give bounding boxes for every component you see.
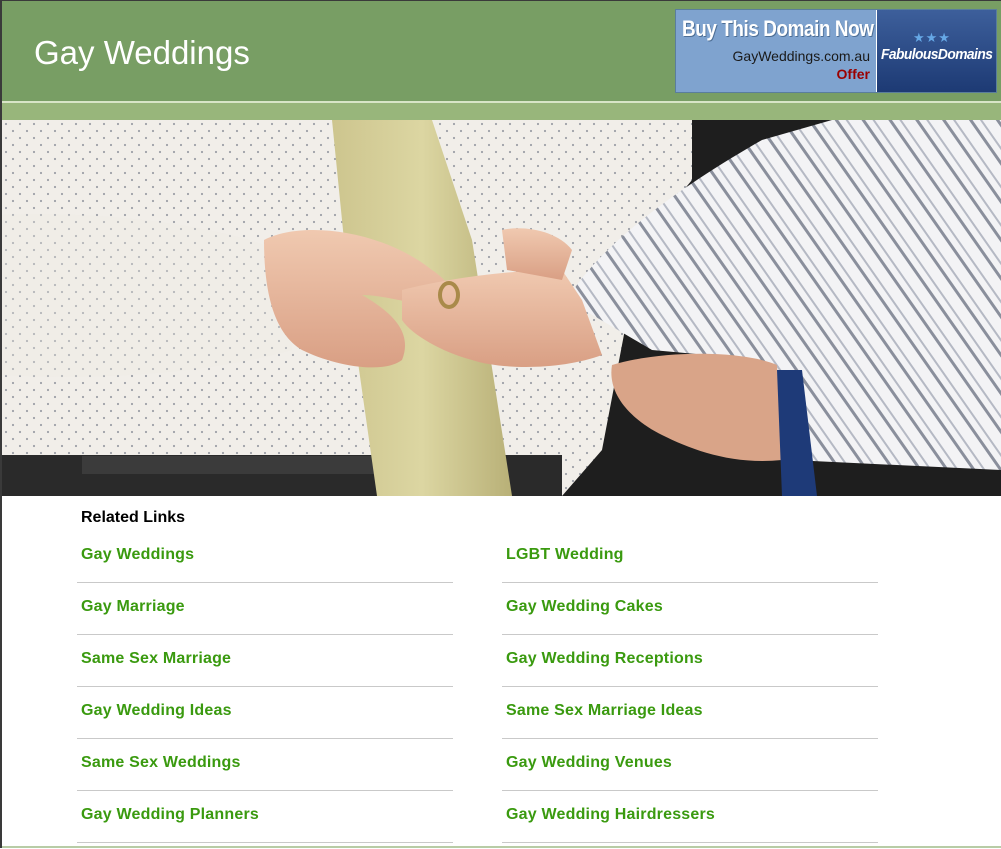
ad-brand-panel[interactable]: ★★★ FabulousDomains [877, 10, 996, 92]
related-link[interactable]: Gay Marriage [81, 598, 185, 616]
ad-domain-name[interactable]: GayWeddings.com.au [733, 48, 870, 64]
header-divider-stripe [2, 103, 1001, 120]
list-item: Gay Wedding Ideas [77, 687, 453, 739]
list-item: Gay Marriage [77, 583, 453, 635]
list-item: Same Sex Weddings [77, 739, 453, 791]
list-item: Gay Wedding Hairdressers [502, 791, 878, 843]
related-link[interactable]: Gay Wedding Cakes [506, 598, 663, 616]
related-link[interactable]: Same Sex Marriage [81, 650, 231, 668]
ad-headline[interactable]: Buy This Domain Now [682, 16, 874, 42]
related-link[interactable]: Gay Wedding Planners [81, 806, 259, 824]
list-item: Gay Wedding Planners [77, 791, 453, 843]
related-link[interactable]: Gay Wedding Hairdressers [506, 806, 715, 824]
list-item: Gay Wedding Cakes [502, 583, 878, 635]
site-header: Gay Weddings Buy This Domain Now GayWedd… [2, 1, 1001, 101]
three-stars-icon: ★★★ [913, 30, 951, 45]
related-link[interactable]: Gay Wedding Receptions [506, 650, 703, 668]
related-links-left-column: Gay Weddings Gay Marriage Same Sex Marri… [77, 531, 453, 843]
ad-offer-link[interactable]: Offer [837, 66, 870, 82]
hero-photo-illustration [2, 120, 1001, 496]
ad-text-panel[interactable]: Buy This Domain Now GayWeddings.com.au O… [676, 10, 877, 92]
fabulousdomains-logo: FabulousDomains [881, 46, 993, 63]
list-item: Gay Weddings [77, 531, 453, 583]
list-item: Gay Wedding Receptions [502, 635, 878, 687]
list-item: Gay Wedding Venues [502, 739, 878, 791]
related-links-right-column: LGBT Wedding Gay Wedding Cakes Gay Weddi… [502, 531, 878, 843]
related-link[interactable]: LGBT Wedding [506, 546, 624, 564]
list-item: LGBT Wedding [502, 531, 878, 583]
related-link[interactable]: Same Sex Weddings [81, 754, 241, 772]
footer-divider [2, 846, 1001, 848]
hero-image [2, 120, 1001, 496]
related-link[interactable]: Gay Wedding Ideas [81, 702, 232, 720]
related-links-heading: Related Links [81, 509, 186, 526]
list-item: Same Sex Marriage Ideas [502, 687, 878, 739]
buy-domain-ad[interactable]: Buy This Domain Now GayWeddings.com.au O… [675, 9, 997, 93]
related-link[interactable]: Gay Wedding Venues [506, 754, 672, 772]
site-title: Gay Weddings [34, 34, 250, 71]
related-link[interactable]: Gay Weddings [81, 546, 194, 564]
list-item: Same Sex Marriage [77, 635, 453, 687]
related-link[interactable]: Same Sex Marriage Ideas [506, 702, 703, 720]
